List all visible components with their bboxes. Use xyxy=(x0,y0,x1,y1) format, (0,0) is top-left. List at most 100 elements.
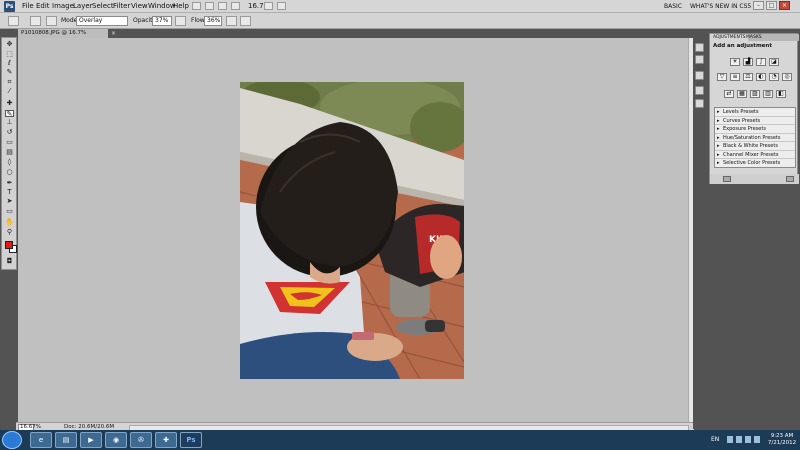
quick-mask-icon[interactable]: ◘ xyxy=(5,258,14,265)
bridge-icon[interactable] xyxy=(192,2,201,10)
channel-mixer-icon[interactable]: ◎ xyxy=(782,73,792,81)
path-selection-tool-icon[interactable]: ➤ xyxy=(5,198,14,205)
foreground-color-swatch[interactable] xyxy=(5,241,13,249)
language-indicator[interactable]: EN xyxy=(711,436,719,443)
size-pressure-icon[interactable] xyxy=(240,16,251,26)
pen-tool-icon[interactable]: ✒ xyxy=(5,180,14,187)
document-tab[interactable]: P1010808.JPG @ 16.7% (RGB/8) * xyxy=(18,29,108,45)
film-reel-icon[interactable]: ✇ xyxy=(130,432,152,448)
spot-healing-tool-icon[interactable]: ✚ xyxy=(5,100,14,107)
list-item[interactable]: Black & White Presets xyxy=(715,142,795,151)
canvas-area[interactable]: KID xyxy=(18,38,688,422)
curves-icon[interactable]: ∫ xyxy=(756,58,766,66)
close-icon[interactable]: × xyxy=(779,1,790,10)
levels-icon[interactable]: ▟ xyxy=(743,58,753,66)
menu-view[interactable]: View xyxy=(131,2,148,10)
brush-tool-icon[interactable]: ✎ xyxy=(5,110,14,118)
screen-mode-icon[interactable] xyxy=(277,2,286,10)
blur-tool-icon[interactable]: ◊ xyxy=(5,159,14,166)
document-image[interactable]: KID xyxy=(240,82,464,379)
layers-panel-icon[interactable] xyxy=(695,99,704,108)
black-white-icon[interactable]: ◐ xyxy=(756,73,766,81)
games-icon[interactable]: ✚ xyxy=(155,432,177,448)
posterize-icon[interactable]: ▦ xyxy=(737,90,747,98)
airbrush-icon[interactable] xyxy=(226,16,237,26)
action-center-icon[interactable] xyxy=(736,436,742,443)
mode-select[interactable]: Overlay xyxy=(76,16,128,26)
lasso-tool-icon[interactable]: ℓ xyxy=(5,60,14,67)
list-item[interactable]: Exposure Presets xyxy=(715,125,795,134)
list-item[interactable]: Hue/Saturation Presets xyxy=(715,133,795,142)
hue-saturation-icon[interactable]: ≡ xyxy=(730,73,740,81)
color-balance-icon[interactable]: ⚖ xyxy=(743,73,753,81)
type-tool-icon[interactable]: T xyxy=(5,189,14,196)
styles-panel-icon[interactable] xyxy=(695,71,704,80)
tab-masks[interactable]: MASKS xyxy=(743,34,765,41)
color-panel-icon[interactable] xyxy=(695,43,704,52)
gradient-tool-icon[interactable]: ▤ xyxy=(5,149,14,156)
volume-icon[interactable] xyxy=(754,436,760,443)
minimize-icon[interactable]: – xyxy=(753,1,764,10)
exposure-icon[interactable]: ◪ xyxy=(769,58,779,66)
arrange-documents-icon[interactable] xyxy=(264,2,273,10)
opacity-pressure-icon[interactable] xyxy=(175,16,186,26)
menu-filter[interactable]: Filter xyxy=(113,2,130,10)
move-tool-icon[interactable]: ✥ xyxy=(5,41,14,48)
gradient-map-icon[interactable]: ▥ xyxy=(763,90,773,98)
mini-bridge-icon[interactable] xyxy=(205,2,214,10)
history-brush-tool-icon[interactable]: ↺ xyxy=(5,129,14,136)
document-close-icon[interactable]: × xyxy=(111,30,116,37)
opacity-field[interactable]: 37% xyxy=(152,16,172,26)
maximize-icon[interactable]: □ xyxy=(766,1,777,10)
show-hidden-icons-icon[interactable] xyxy=(727,436,733,443)
zoom-view-icon[interactable] xyxy=(231,2,240,10)
internet-explorer-icon[interactable]: e xyxy=(30,432,52,448)
eyedropper-tool-icon[interactable]: ⁄ xyxy=(5,88,14,95)
photo-filter-icon[interactable]: ◔ xyxy=(769,73,779,81)
selective-color-icon[interactable]: ◧ xyxy=(776,90,786,98)
brush-panel-toggle-icon[interactable] xyxy=(46,16,57,26)
threshold-icon[interactable]: ▨ xyxy=(750,90,760,98)
clone-stamp-tool-icon[interactable]: ⊥ xyxy=(5,119,14,126)
brushes-panel-icon[interactable] xyxy=(695,86,704,95)
list-item[interactable]: Channel Mixer Presets xyxy=(715,150,795,159)
chrome-icon[interactable]: ◉ xyxy=(105,432,127,448)
brush-tool-preset-icon[interactable] xyxy=(8,16,19,26)
list-item[interactable]: Levels Presets xyxy=(715,108,795,117)
menu-edit[interactable]: Edit xyxy=(36,2,50,10)
menu-layer[interactable]: Layer xyxy=(73,2,93,10)
dodge-tool-icon[interactable]: ○ xyxy=(5,169,14,176)
eraser-tool-icon[interactable]: ▭ xyxy=(5,139,14,146)
brightness-contrast-icon[interactable]: ☀ xyxy=(730,58,740,66)
crop-tool-icon[interactable]: ⌗ xyxy=(5,79,14,86)
zoom-tool-icon[interactable]: ⚲ xyxy=(5,229,14,236)
flow-field[interactable]: 36% xyxy=(204,16,222,26)
shape-tool-icon[interactable]: ▭ xyxy=(5,208,14,215)
menu-file[interactable]: File xyxy=(22,2,34,10)
hand-tool-icon[interactable]: ✋ xyxy=(5,219,14,226)
menu-select[interactable]: Select xyxy=(92,2,114,10)
swatches-panel-icon[interactable] xyxy=(695,55,704,64)
invert-icon[interactable]: ⇄ xyxy=(724,90,734,98)
new-adjustment-icon[interactable] xyxy=(786,176,794,182)
menu-window[interactable]: Window xyxy=(148,2,176,10)
file-explorer-icon[interactable]: ▤ xyxy=(55,432,77,448)
list-item[interactable]: Selective Color Presets xyxy=(715,159,795,167)
menu-image[interactable]: Image xyxy=(52,2,74,10)
quick-selection-tool-icon[interactable]: ✎ xyxy=(5,69,14,76)
clip-to-layer-icon[interactable] xyxy=(723,176,731,182)
start-button[interactable] xyxy=(2,431,22,449)
workspace-basic[interactable]: BASIC xyxy=(664,3,682,10)
network-icon[interactable] xyxy=(745,436,751,443)
brush-size-picker-icon[interactable] xyxy=(30,16,41,26)
zoom-level[interactable]: 16.7 xyxy=(248,2,264,10)
list-item[interactable]: Curves Presets xyxy=(715,116,795,125)
workspace-whats-new[interactable]: WHAT'S NEW IN CS5 xyxy=(690,3,751,10)
system-clock[interactable]: 9:23 AM 7/21/2012 xyxy=(765,433,799,447)
media-player-icon[interactable]: ▶ xyxy=(80,432,102,448)
marquee-tool-icon[interactable]: ⬚ xyxy=(5,51,14,58)
vibrance-icon[interactable]: ▽ xyxy=(717,73,727,81)
menu-help[interactable]: Help xyxy=(173,2,189,10)
hand-view-icon[interactable] xyxy=(218,2,227,10)
photoshop-taskbar-icon[interactable]: Ps xyxy=(180,432,202,448)
